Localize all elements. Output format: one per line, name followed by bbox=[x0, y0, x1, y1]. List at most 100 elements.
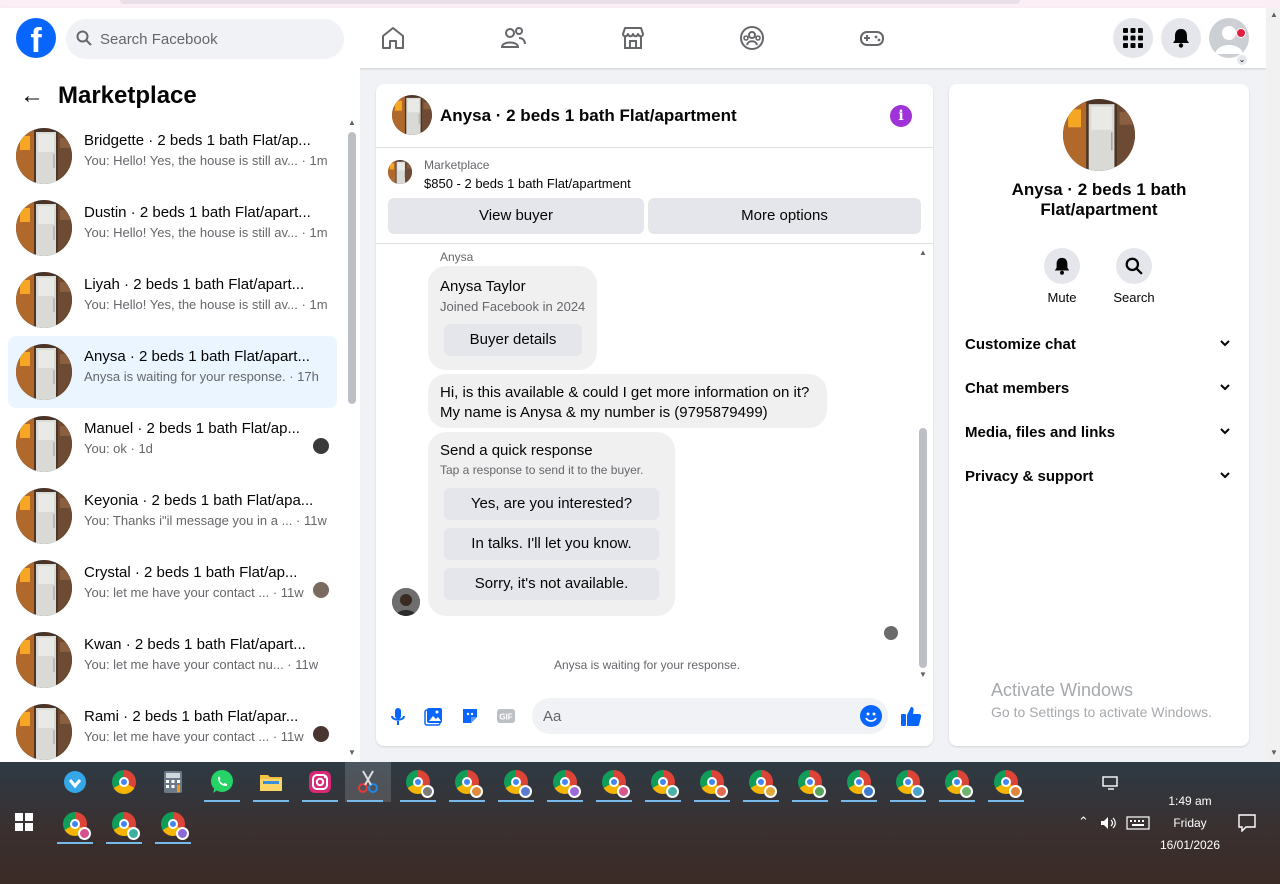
scroll-down-arrow-icon[interactable]: ▼ bbox=[348, 748, 356, 757]
keyboard-icon[interactable] bbox=[1126, 816, 1150, 830]
message-bubble[interactable]: Hi, is this available & could I get more… bbox=[428, 374, 827, 428]
sticker-icon[interactable] bbox=[460, 706, 480, 726]
photo-icon[interactable] bbox=[424, 706, 444, 726]
tray-overflow-icon[interactable]: ⌃ bbox=[1078, 814, 1089, 830]
network-icon[interactable] bbox=[1102, 776, 1120, 790]
groups-icon[interactable] bbox=[738, 24, 766, 52]
quick-reply-interested[interactable]: Yes, are you interested? bbox=[444, 488, 659, 520]
conversation-thumbnail bbox=[16, 200, 72, 256]
scroll-up-arrow-icon[interactable]: ▲ bbox=[919, 248, 927, 257]
conversation-item[interactable]: Dustin · 2 beds 1 bath Flat/apart... You:… bbox=[8, 192, 337, 264]
account-chevron-icon[interactable]: ⌄ bbox=[1236, 54, 1248, 66]
info-icon[interactable]: i bbox=[890, 105, 912, 127]
scroll-down-arrow-icon[interactable]: ▼ bbox=[1270, 748, 1278, 757]
back-arrow-icon[interactable]: ← bbox=[20, 82, 44, 110]
taskbar-chrome-window[interactable] bbox=[594, 762, 634, 802]
taskbar-chrome-window[interactable] bbox=[790, 762, 830, 802]
clock-date[interactable]: 16/01/2026 bbox=[1150, 838, 1230, 852]
taskbar-app-instagram[interactable] bbox=[300, 762, 340, 802]
conversation-item[interactable]: Crystal · 2 beds 1 bath Flat/ap... You: l… bbox=[8, 552, 337, 624]
windows-start-icon[interactable] bbox=[15, 813, 33, 831]
conversation-item[interactable]: Keyonia · 2 beds 1 bath Flat/apa... You: … bbox=[8, 480, 337, 552]
notification-center-icon[interactable] bbox=[1238, 814, 1256, 832]
marketplace-icon[interactable] bbox=[619, 24, 647, 52]
chat-title[interactable]: Anysa · 2 beds 1 bath Flat/apartment bbox=[440, 106, 737, 126]
clock-time[interactable]: 1:49 am bbox=[1150, 794, 1230, 808]
media-files-section[interactable]: Media, files and links bbox=[957, 411, 1241, 455]
taskbar-app-calculator[interactable] bbox=[153, 762, 193, 802]
activate-windows-title: Activate Windows bbox=[991, 680, 1134, 700]
scroll-up-arrow-icon[interactable]: ▲ bbox=[1270, 10, 1278, 19]
taskbar-chrome-window[interactable] bbox=[888, 762, 928, 802]
taskbar-chrome-window[interactable] bbox=[447, 762, 487, 802]
chat-avatar[interactable] bbox=[392, 95, 432, 135]
search-icon bbox=[1125, 257, 1143, 275]
conversation-item[interactable]: Liyah · 2 beds 1 bath Flat/apart... You: … bbox=[8, 264, 337, 336]
buyer-details-button[interactable]: Buyer details bbox=[444, 324, 582, 356]
mute-button[interactable] bbox=[1044, 248, 1080, 284]
gaming-icon[interactable] bbox=[858, 24, 886, 52]
taskbar-chrome-window[interactable] bbox=[153, 804, 193, 844]
menu-grid-icon bbox=[1123, 28, 1143, 48]
message-input-box[interactable] bbox=[532, 698, 888, 734]
search-input[interactable] bbox=[100, 19, 330, 59]
message-input[interactable] bbox=[543, 698, 843, 734]
chat-scroll-thumb[interactable] bbox=[919, 428, 927, 668]
conversation-item[interactable]: Manuel · 2 beds 1 bath Flat/ap... You: ok… bbox=[8, 408, 337, 480]
taskbar-app-copilot[interactable] bbox=[55, 762, 95, 802]
mute-action[interactable]: Mute bbox=[1032, 248, 1092, 305]
conversation-item[interactable]: Anysa · 2 beds 1 bath Flat/apart... Anysa… bbox=[8, 336, 337, 408]
home-icon[interactable] bbox=[379, 24, 407, 52]
microphone-icon[interactable] bbox=[388, 706, 408, 726]
customize-chat-section[interactable]: Customize chat bbox=[957, 323, 1241, 367]
conversation-item[interactable]: Bridgette · 2 beds 1 bath Flat/ap... You:… bbox=[8, 120, 337, 192]
notifications-button[interactable] bbox=[1161, 18, 1201, 58]
more-options-button[interactable]: More options bbox=[648, 198, 921, 234]
facebook-logo[interactable]: f bbox=[16, 18, 56, 58]
search-action[interactable]: Search bbox=[1104, 248, 1164, 305]
search-conversation-button[interactable] bbox=[1116, 248, 1152, 284]
taskbar-chrome-window[interactable] bbox=[692, 762, 732, 802]
taskbar-chrome-window[interactable] bbox=[643, 762, 683, 802]
conversation-item[interactable]: Kwan · 2 beds 1 bath Flat/apart... You: l… bbox=[8, 624, 337, 696]
read-receipt-avatar bbox=[313, 582, 329, 598]
taskbar-chrome-window[interactable] bbox=[741, 762, 781, 802]
conversation-item[interactable]: Rami · 2 beds 1 bath Flat/apar... You: le… bbox=[8, 696, 337, 768]
scroll-down-arrow-icon[interactable]: ▼ bbox=[919, 670, 927, 679]
clock-day[interactable]: Friday bbox=[1150, 816, 1230, 830]
listing-price[interactable]: $850 - 2 beds 1 bath Flat/apartment bbox=[424, 176, 631, 191]
account-avatar[interactable] bbox=[1209, 18, 1249, 58]
emoji-icon[interactable] bbox=[860, 705, 882, 727]
listing-thumbnail[interactable] bbox=[388, 160, 412, 184]
taskbar-app-file-explorer[interactable] bbox=[251, 762, 291, 802]
quick-reply-not-available[interactable]: Sorry, it's not available. bbox=[444, 568, 659, 600]
taskbar-chrome-window[interactable] bbox=[104, 804, 144, 844]
taskbar-chrome-window[interactable] bbox=[839, 762, 879, 802]
taskbar-chrome-window[interactable] bbox=[545, 762, 585, 802]
scroll-up-arrow-icon[interactable]: ▲ bbox=[348, 118, 356, 127]
taskbar-app-snipping[interactable] bbox=[345, 762, 391, 802]
taskbar-app-whatsapp[interactable] bbox=[202, 762, 242, 802]
taskbar-chrome-window[interactable] bbox=[55, 804, 95, 844]
view-buyer-button[interactable]: View buyer bbox=[388, 198, 644, 234]
search-box[interactable] bbox=[66, 19, 344, 59]
gif-icon[interactable]: GIF bbox=[496, 706, 516, 726]
listing-avatar[interactable] bbox=[1063, 99, 1135, 171]
friends-icon[interactable] bbox=[499, 24, 527, 52]
like-thumb-icon[interactable] bbox=[899, 704, 923, 728]
chat-scrollbar[interactable]: ▲ ▼ bbox=[916, 248, 930, 680]
menu-grid-button[interactable] bbox=[1113, 18, 1153, 58]
sidebar-scroll-thumb[interactable] bbox=[348, 132, 356, 404]
taskbar-chrome-window[interactable] bbox=[986, 762, 1026, 802]
privacy-support-section[interactable]: Privacy & support bbox=[957, 455, 1241, 499]
taskbar-chrome-window[interactable] bbox=[496, 762, 536, 802]
buyer-avatar[interactable] bbox=[392, 588, 420, 616]
page-scrollbar[interactable]: ▲ ▼ bbox=[1266, 8, 1280, 762]
volume-icon[interactable] bbox=[1100, 816, 1118, 830]
sidebar-scrollbar[interactable]: ▲ ▼ bbox=[346, 118, 356, 758]
taskbar-chrome-window[interactable] bbox=[937, 762, 977, 802]
chat-members-section[interactable]: Chat members bbox=[957, 367, 1241, 411]
taskbar-app-chrome[interactable] bbox=[104, 762, 144, 802]
quick-reply-in-talks[interactable]: In talks. I'll let you know. bbox=[444, 528, 659, 560]
taskbar-chrome-window[interactable] bbox=[398, 762, 438, 802]
